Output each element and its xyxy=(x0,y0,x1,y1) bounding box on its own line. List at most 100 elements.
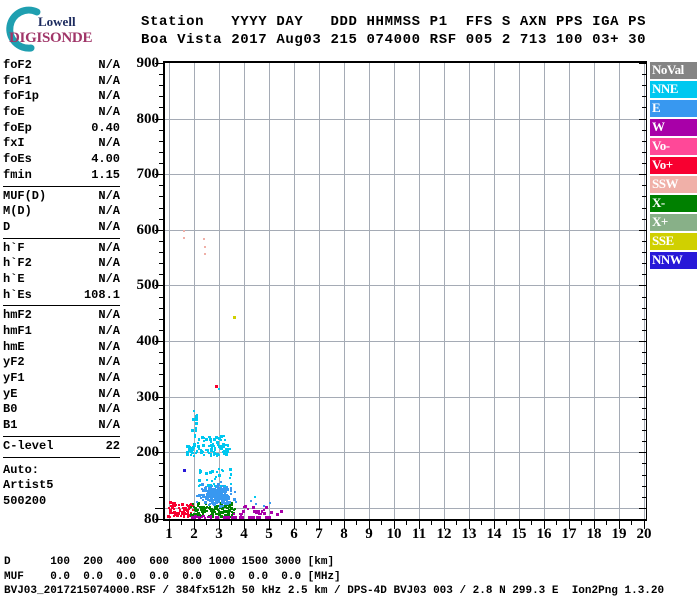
x-minor-tick xyxy=(281,521,282,525)
grid-line-horizontal xyxy=(164,452,646,453)
grid-line-vertical xyxy=(644,63,645,519)
param-row-foep: foEp0.40 xyxy=(3,121,120,137)
header-line-values: Boa Vista 2017 Aug03 215 074000 RSF 005 … xyxy=(141,32,646,48)
scatter-point xyxy=(214,447,216,449)
scatter-point xyxy=(276,513,279,516)
param-label: foEp xyxy=(3,121,32,137)
scatter-point xyxy=(192,418,195,421)
scatter-point xyxy=(243,506,245,508)
param-label: yF2 xyxy=(3,355,25,371)
x-major-tick xyxy=(294,521,295,529)
scatter-point xyxy=(210,492,212,494)
x-minor-tick xyxy=(431,521,432,525)
scatter-point xyxy=(193,410,195,412)
param-label: M(D) xyxy=(3,204,32,220)
scatter-point xyxy=(186,445,188,447)
scatter-point xyxy=(226,489,228,491)
grid-line-horizontal xyxy=(164,341,646,342)
x-minor-tick xyxy=(531,521,532,525)
d-row: D 100 200 400 600 800 1000 1500 3000 [km… xyxy=(4,556,334,568)
param-row-hf: h`FN/A xyxy=(3,241,120,257)
scatter-point xyxy=(265,506,268,509)
d-muf-table: D 100 200 400 600 800 1000 1500 3000 [km… xyxy=(4,555,341,584)
param-value: 4.00 xyxy=(91,152,120,168)
scatter-point xyxy=(191,452,193,454)
scatter-point xyxy=(215,516,218,519)
y-major-tick xyxy=(155,519,164,520)
scatter-point xyxy=(266,516,271,519)
y-axis-label: 800 xyxy=(125,110,159,128)
param-row-foe: foEN/A xyxy=(3,105,120,121)
x-axis-label: 2 xyxy=(181,525,207,543)
scatter-point xyxy=(192,446,194,448)
scatter-point xyxy=(224,439,226,441)
legend-item-sse: SSE xyxy=(650,233,697,250)
scatter-point xyxy=(177,515,179,517)
scatter-point xyxy=(203,515,205,517)
scatter-point xyxy=(174,514,176,516)
x-axis-label: 18 xyxy=(581,525,607,543)
scatter-point xyxy=(223,453,225,455)
grid-line-vertical xyxy=(594,63,595,519)
scatter-point xyxy=(207,484,210,487)
grid-line-vertical xyxy=(519,63,520,519)
scatter-point xyxy=(183,237,185,239)
param-row-yf2: yF2N/A xyxy=(3,355,120,371)
param-row-fmin: fmin1.15 xyxy=(3,168,120,184)
scatter-point xyxy=(199,470,202,473)
scatter-point xyxy=(210,448,213,451)
scatter-point xyxy=(206,479,208,481)
scatter-point xyxy=(203,454,205,456)
autoscaling-info-line: Auto: xyxy=(3,463,120,479)
legend-item-ssw: SSW xyxy=(650,176,697,193)
x-major-tick xyxy=(544,521,545,529)
grid-line-vertical xyxy=(494,63,495,519)
x-minor-tick xyxy=(581,521,582,525)
param-value: N/A xyxy=(98,371,120,387)
scatter-point xyxy=(218,388,220,390)
scatter-point xyxy=(198,485,200,487)
x-major-tick xyxy=(619,521,620,529)
x-axis-label: 20 xyxy=(631,525,657,543)
scatter-point xyxy=(189,507,191,509)
param-label: hmF1 xyxy=(3,324,32,340)
scatter-point xyxy=(231,504,233,506)
scatter-point xyxy=(209,471,212,474)
scatter-point xyxy=(195,422,197,424)
param-separator xyxy=(3,457,120,458)
param-value: N/A xyxy=(98,105,120,121)
scatter-point xyxy=(195,430,197,432)
scatter-point xyxy=(198,439,200,441)
param-row-hmf1: hmF1N/A xyxy=(3,324,120,340)
x-minor-tick xyxy=(181,521,182,525)
x-major-tick xyxy=(519,521,520,529)
scatter-point xyxy=(280,510,283,513)
scatter-point xyxy=(214,485,216,487)
x-major-tick xyxy=(469,521,470,529)
grid-line-horizontal xyxy=(164,285,646,286)
param-label: MUF(D) xyxy=(3,189,46,205)
scatter-point xyxy=(216,471,218,473)
scatter-point xyxy=(203,437,205,439)
param-value: 108.1 xyxy=(84,288,120,304)
y-axis-label: 700 xyxy=(125,165,159,183)
scatter-point xyxy=(213,454,215,456)
x-axis-label: 11 xyxy=(406,525,432,543)
param-label: C-level xyxy=(3,439,53,455)
autoscaling-info-line: Artist5 xyxy=(3,478,120,494)
x-major-tick xyxy=(594,521,595,529)
x-axis-label: 1 xyxy=(156,525,182,543)
param-row-yf1: yF1N/A xyxy=(3,371,120,387)
scatter-point xyxy=(195,452,197,454)
scatter-point xyxy=(218,454,220,456)
x-minor-tick xyxy=(231,521,232,525)
scatter-point xyxy=(257,510,260,513)
scatter-point xyxy=(195,427,197,429)
param-row-b0: B0N/A xyxy=(3,402,120,418)
param-label: foF2 xyxy=(3,58,32,74)
legend-item-w: W xyxy=(650,119,697,136)
param-label: fxI xyxy=(3,136,25,152)
param-label: B1 xyxy=(3,418,17,434)
x-axis-label: 9 xyxy=(356,525,382,543)
scatter-point xyxy=(213,488,215,490)
